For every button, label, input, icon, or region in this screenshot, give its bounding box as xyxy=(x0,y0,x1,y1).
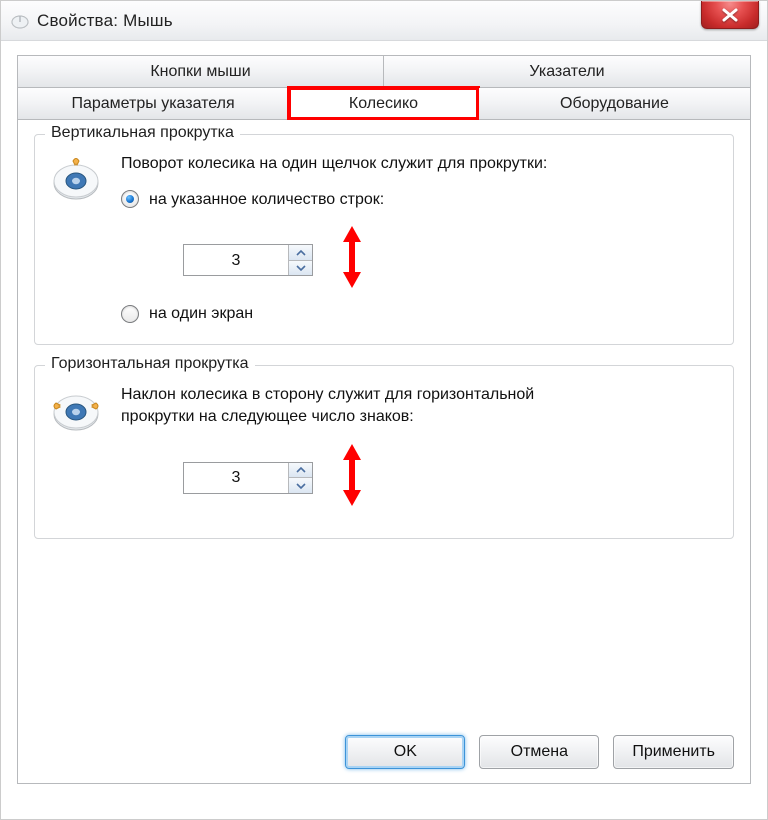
group-legend: Горизонтальная прокрутка xyxy=(45,355,255,373)
spinner-up[interactable] xyxy=(289,463,312,479)
radio-label: на один экран xyxy=(149,303,253,325)
dialog-footer: OK Отмена Применить xyxy=(18,735,750,769)
tab-label: Колесико xyxy=(349,95,418,113)
tab-hardware[interactable]: Оборудование xyxy=(479,88,750,120)
button-label: OK xyxy=(394,743,417,761)
spinner-up[interactable] xyxy=(289,245,312,261)
tab-label: Кнопки мыши xyxy=(150,63,250,81)
tab-pointer-options[interactable]: Параметры указателя xyxy=(18,88,289,120)
tab-row-1: Кнопки мыши Указатели xyxy=(17,55,751,88)
annotation-arrow-icon xyxy=(337,442,367,515)
tab-panel: Вертикальная прокрутка Поворот колесика … xyxy=(17,120,751,784)
wheel-horizontal-icon xyxy=(49,384,103,438)
annotation-arrow-icon xyxy=(337,224,367,297)
lines-spinner[interactable]: 3 xyxy=(183,244,313,276)
radio-icon xyxy=(121,305,139,323)
radio-screen[interactable]: на один экран xyxy=(121,303,719,325)
group-horizontal-scroll: Горизонтальная прокрутка Наклон колесика… xyxy=(34,365,734,539)
ok-button[interactable]: OK xyxy=(345,735,465,769)
titlebar: Свойства: Мышь xyxy=(1,1,767,41)
button-label: Применить xyxy=(632,743,715,761)
close-button[interactable] xyxy=(701,1,759,29)
apply-button[interactable]: Применить xyxy=(613,735,734,769)
tab-label: Указатели xyxy=(529,63,604,81)
wheel-vertical-icon xyxy=(49,153,103,207)
button-label: Отмена xyxy=(511,743,568,761)
horizontal-desc: Наклон колесика в сторону служит для гор… xyxy=(121,384,541,427)
group-legend: Вертикальная прокрутка xyxy=(45,124,240,142)
radio-label: на указанное количество строк: xyxy=(149,189,384,211)
radio-lines[interactable]: на указанное количество строк: xyxy=(121,189,719,211)
tab-wheel[interactable]: Колесико xyxy=(289,88,479,120)
spinner-down[interactable] xyxy=(289,478,312,493)
vertical-desc: Поворот колесика на один щелчок служит д… xyxy=(121,153,719,175)
spinner-down[interactable] xyxy=(289,261,312,276)
tab-pointers[interactable]: Указатели xyxy=(384,56,750,88)
cancel-button[interactable]: Отмена xyxy=(479,735,599,769)
lines-value[interactable]: 3 xyxy=(184,245,288,275)
tab-mouse-buttons[interactable]: Кнопки мыши xyxy=(18,56,384,88)
mouse-icon xyxy=(9,12,31,30)
chars-spinner[interactable]: 3 xyxy=(183,462,313,494)
tab-row-2: Параметры указателя Колесико Оборудовани… xyxy=(17,88,751,120)
chars-value[interactable]: 3 xyxy=(184,463,288,493)
tab-label: Параметры указателя xyxy=(71,95,234,113)
tab-label: Оборудование xyxy=(560,95,669,113)
radio-icon xyxy=(121,190,139,208)
window-title: Свойства: Мышь xyxy=(37,11,173,31)
group-vertical-scroll: Вертикальная прокрутка Поворот колесика … xyxy=(34,134,734,345)
